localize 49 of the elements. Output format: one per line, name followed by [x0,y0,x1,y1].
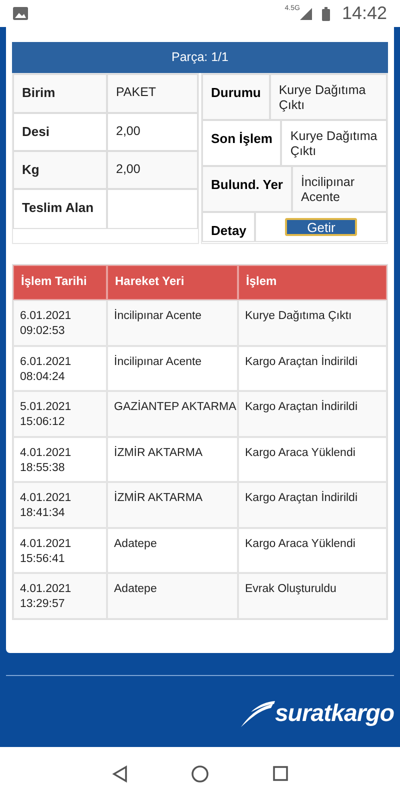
detail-label: Desi [13,113,107,151]
image-icon [13,7,28,20]
table-cell: İncilipınar Acente [107,346,238,391]
table-cell: İZMİR AKTARMA [107,482,238,528]
signal-icon [300,8,312,20]
table-cell: Kargo Araca Yüklendi [238,528,387,573]
table-cell: GAZİANTEP AKTARMA [107,391,238,436]
detail-label: Kg [13,151,107,189]
detail-label: Son İşlem [202,120,282,166]
swoosh-icon [238,700,275,728]
back-icon[interactable] [112,764,128,782]
table-cell: 4.01.2021 18:41:34 [13,482,107,528]
home-icon[interactable] [191,764,210,782]
logo-text: suratkargo [274,698,394,728]
table-cell: İncilipınar Acente [107,300,238,346]
table-cell: 5.01.2021 15:06:12 [13,391,107,436]
table-cell: 4.01.2021 18:55:38 [13,436,107,482]
detail-value: 2,00 [107,113,198,151]
fetch-button[interactable]: Getir [285,218,358,236]
table-cell: İZMİR AKTARMA [107,436,238,482]
table-cell: Kargo Araçtan İndirildi [238,482,387,528]
table-cell: 4.01.2021 15:56:41 [13,528,107,573]
table-cell: Kargo Araca Yüklendi [238,436,387,482]
detail-value: İncilipınar Acente [292,166,387,212]
column-header: İşlem Tarihi [13,265,107,300]
column-header: Hareket Yeri [107,265,238,300]
detail-value: Kurye Dağıtıma Çıktı [281,120,387,166]
table-cell: Kargo Araçtan İndirildi [238,346,387,391]
detail-label: Bulund. Yer [202,166,292,212]
table-cell: Adatepe [107,573,238,618]
table-cell: Kargo Araçtan İndirildi [238,391,387,436]
table-cell: Kurye Dağıtıma Çıktı [238,300,387,346]
table-cell: 4.01.2021 13:29:57 [13,573,107,618]
table-cell: 6.01.2021 08:04:24 [13,346,107,391]
detail-value: Kurye Dağıtıma Çıktı [270,74,387,120]
detail-label: Birim [13,74,107,113]
table-cell: Evrak Oluşturuldu [238,573,387,618]
recents-icon[interactable] [273,766,288,781]
battery-icon [322,6,330,20]
column-header: İşlem [238,265,387,300]
detail-value: 2,00 [107,151,198,189]
detail-label: Teslim Alan [13,189,107,229]
table-cell: Adatepe [107,528,238,573]
clock-time: 14:42 [342,2,387,25]
detail-label: Durumu [202,74,270,120]
detail-label: Detay [202,212,256,242]
part-header: Parça: 1/1 [12,42,388,73]
table-cell: 6.01.2021 09:02:53 [13,300,107,346]
detail-value: PAKET [107,74,198,113]
